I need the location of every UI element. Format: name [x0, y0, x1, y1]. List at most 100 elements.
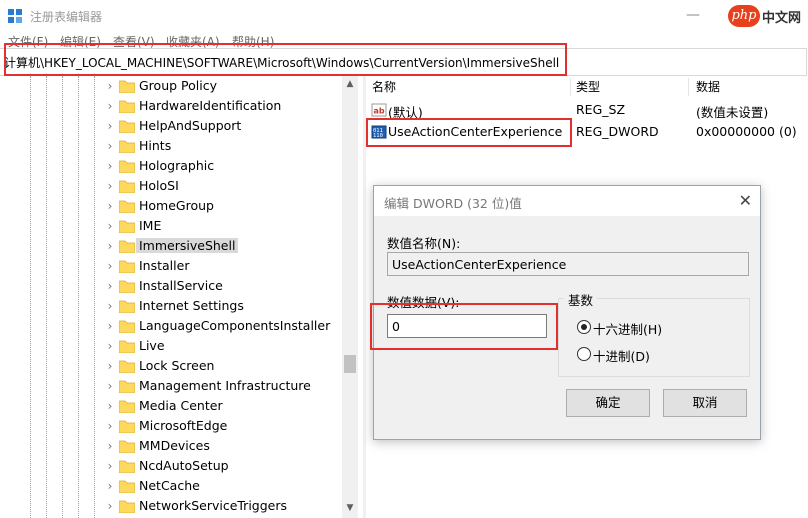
- folder-icon: [119, 460, 135, 473]
- chevron-right-icon[interactable]: ›: [105, 379, 115, 393]
- value-name-field: UseActionCenterExperience: [387, 252, 749, 276]
- tree-item[interactable]: › Live: [105, 336, 350, 356]
- svg-text:ab: ab: [374, 107, 385, 116]
- scroll-thumb[interactable]: [344, 355, 356, 373]
- tree-item-label: LanguageComponentsInstaller: [139, 318, 331, 333]
- chevron-right-icon[interactable]: ›: [105, 159, 115, 173]
- tree-guide-line: [30, 76, 31, 518]
- chevron-right-icon[interactable]: ›: [105, 439, 115, 453]
- tree-item[interactable]: › LanguageComponentsInstaller: [105, 316, 350, 336]
- base-group-title: 基数: [564, 290, 598, 309]
- folder-icon: [119, 120, 135, 133]
- chevron-right-icon[interactable]: ›: [105, 239, 115, 253]
- tree-item[interactable]: › Management Infrastructure: [105, 376, 350, 396]
- tree-item[interactable]: › MMDevices: [105, 436, 350, 456]
- tree-item[interactable]: › Installer: [105, 256, 350, 276]
- ok-button[interactable]: 确定: [566, 389, 650, 417]
- tree-item-label: HoloSI: [139, 178, 179, 193]
- dec-radio[interactable]: [577, 347, 591, 361]
- tree-item[interactable]: › InstallService: [105, 276, 350, 296]
- tree-item-label: InstallService: [139, 278, 223, 293]
- cancel-button[interactable]: 取消: [663, 389, 747, 417]
- folder-icon: [119, 400, 135, 413]
- folder-icon: [119, 420, 135, 433]
- tree-item[interactable]: › Group Policy: [105, 76, 350, 96]
- minimize-button[interactable]: —: [678, 4, 708, 26]
- scroll-up-button[interactable]: ▲: [342, 76, 358, 92]
- tree-item-label: HelpAndSupport: [139, 118, 242, 133]
- address-highlight-box: [4, 43, 567, 76]
- chevron-right-icon[interactable]: ›: [105, 459, 115, 473]
- chevron-right-icon[interactable]: ›: [105, 179, 115, 193]
- tree-item-label: Installer: [139, 258, 190, 273]
- tree-item[interactable]: › Lock Screen: [105, 356, 350, 376]
- chevron-right-icon[interactable]: ›: [105, 359, 115, 373]
- tree-item-label: MMDevices: [139, 438, 210, 453]
- value-data: (数值未设置): [696, 105, 769, 120]
- chevron-right-icon[interactable]: ›: [105, 499, 115, 513]
- tree-guide-line: [46, 76, 47, 518]
- tree-item-label: ImmersiveShell: [136, 238, 239, 253]
- dialog-title-bar: 编辑 DWORD (32 位)值 ✕: [374, 186, 760, 216]
- tree-item[interactable]: › HardwareIdentification: [105, 96, 350, 116]
- tree-item[interactable]: › Hints: [105, 136, 350, 156]
- chevron-right-icon[interactable]: ›: [105, 99, 115, 113]
- chevron-right-icon[interactable]: ›: [105, 279, 115, 293]
- value-type: REG_DWORD: [576, 124, 659, 139]
- value-data: 0x00000000 (0): [696, 124, 797, 139]
- chevron-right-icon[interactable]: ›: [105, 479, 115, 493]
- column-header-type[interactable]: 类型: [576, 76, 600, 98]
- folder-icon: [119, 340, 135, 353]
- folder-icon: [119, 280, 135, 293]
- tree-item-label: NetCache: [139, 478, 200, 493]
- close-icon[interactable]: ✕: [739, 191, 752, 210]
- dec-radio-label[interactable]: 十进制(D): [593, 346, 650, 365]
- folder-icon: [119, 360, 135, 373]
- tree-item[interactable]: › HelpAndSupport: [105, 116, 350, 136]
- tree-guide-line: [94, 76, 95, 518]
- chevron-right-icon[interactable]: ›: [105, 299, 115, 313]
- column-header-name[interactable]: 名称: [372, 76, 396, 98]
- chevron-right-icon[interactable]: ›: [105, 119, 115, 133]
- chevron-right-icon[interactable]: ›: [105, 259, 115, 273]
- tree-item-label: Internet Settings: [139, 298, 244, 313]
- key-tree: › Group Policy › HardwareIdentification › Hel…: [0, 76, 360, 518]
- chevron-right-icon[interactable]: ›: [105, 419, 115, 433]
- tree-item[interactable]: › NetCache: [105, 476, 350, 496]
- folder-icon: [119, 160, 135, 173]
- tree-item[interactable]: › HomeGroup: [105, 196, 350, 216]
- folder-icon: [119, 500, 135, 513]
- chevron-right-icon[interactable]: ›: [105, 399, 115, 413]
- tree-item[interactable]: › HoloSI: [105, 176, 350, 196]
- tree-item[interactable]: › NcdAutoSetup: [105, 456, 350, 476]
- tree-item[interactable]: › IME: [105, 216, 350, 236]
- chevron-right-icon[interactable]: ›: [105, 79, 115, 93]
- hex-radio[interactable]: [577, 320, 591, 334]
- tree-item[interactable]: › Media Center: [105, 396, 350, 416]
- tree-guide-line: [78, 76, 79, 518]
- column-divider[interactable]: [688, 78, 689, 96]
- folder-icon: [119, 300, 135, 313]
- scroll-down-button[interactable]: ▼: [342, 500, 358, 516]
- title-bar: 注册表编辑器 — php 中文网: [0, 0, 808, 32]
- tree-item[interactable]: › NetworkServiceTriggers: [105, 496, 350, 516]
- chevron-right-icon[interactable]: ›: [105, 339, 115, 353]
- tree-item[interactable]: › MicrosoftEdge: [105, 416, 350, 436]
- value-name-label: 数值名称(N):: [387, 236, 461, 251]
- tree-item-label: NcdAutoSetup: [139, 458, 229, 473]
- tree-item-label: HomeGroup: [139, 198, 214, 213]
- chevron-right-icon[interactable]: ›: [105, 139, 115, 153]
- tree-item[interactable]: › Internet Settings: [105, 296, 350, 316]
- column-divider[interactable]: [570, 78, 571, 96]
- hex-radio-label[interactable]: 十六进制(H): [593, 319, 662, 338]
- tree-item[interactable]: › Holographic: [105, 156, 350, 176]
- tree-item-label: Media Center: [139, 398, 223, 413]
- tree-item[interactable]: › ImmersiveShell: [105, 236, 350, 256]
- folder-icon: [119, 320, 135, 333]
- chevron-right-icon[interactable]: ›: [105, 319, 115, 333]
- tree-scrollbar[interactable]: ▲ ▼: [342, 76, 358, 518]
- chevron-right-icon[interactable]: ›: [105, 219, 115, 233]
- column-header-data[interactable]: 数据: [696, 76, 720, 98]
- watermark-text: 中文网: [762, 11, 802, 26]
- chevron-right-icon[interactable]: ›: [105, 199, 115, 213]
